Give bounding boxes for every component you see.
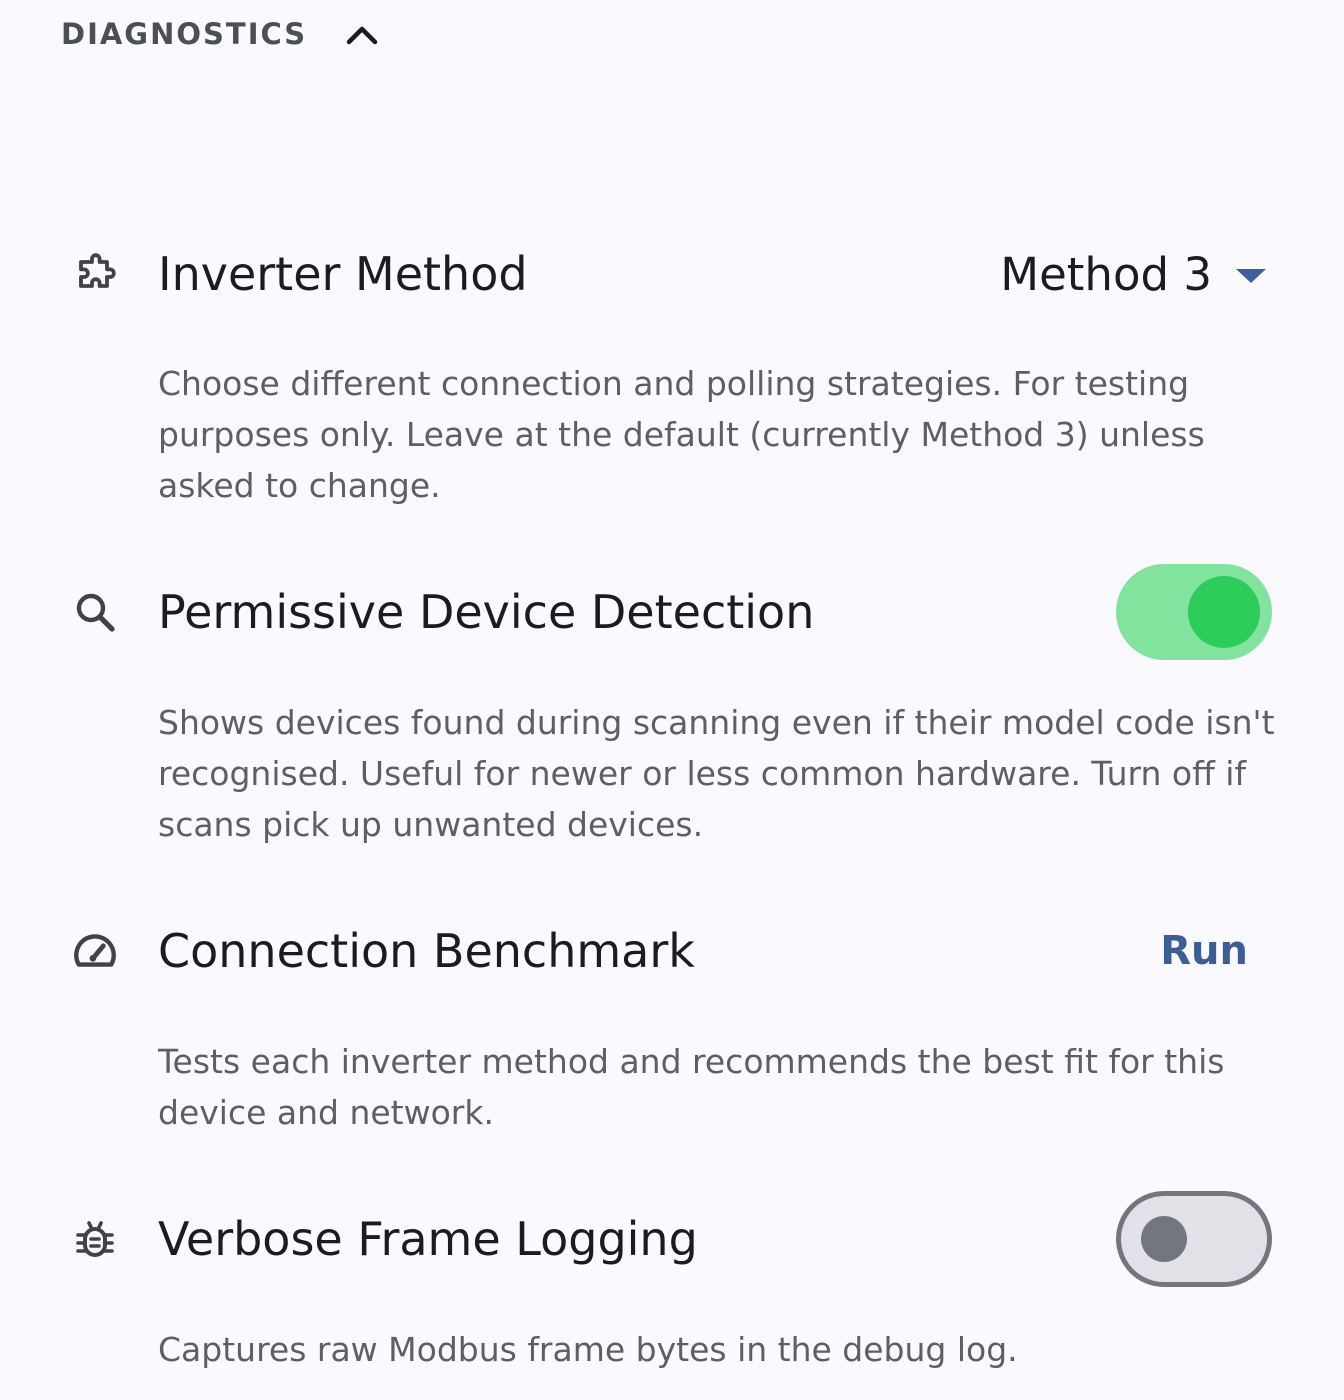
speedometer-icon <box>68 924 122 978</box>
chevron-up-icon[interactable] <box>345 17 379 51</box>
puzzle-piece-icon <box>68 247 122 301</box>
toggle-thumb <box>1188 576 1260 648</box>
setting-description: Tests each inverter method and recommend… <box>158 1042 1225 1132</box>
section-header-diagnostics[interactable]: DIAGNOSTICS <box>61 12 379 56</box>
setting-title: Inverter Method <box>158 247 528 301</box>
setting-title: Permissive Device Detection <box>158 585 815 639</box>
search-icon <box>68 585 122 639</box>
setting-row-verbose-logging: Verbose Frame Logging <box>0 1189 1344 1289</box>
setting-description: Choose different connection and polling … <box>158 364 1205 505</box>
inverter-method-dropdown[interactable]: Method 3 <box>1000 246 1266 302</box>
toggle-thumb <box>1141 1216 1187 1262</box>
bug-icon <box>68 1212 122 1266</box>
setting-row-permissive-detection: Permissive Device Detection <box>0 562 1344 662</box>
section-title: DIAGNOSTICS <box>61 17 308 51</box>
verbose-logging-toggle[interactable] <box>1116 1191 1272 1287</box>
setting-row-inverter-method: Inverter Method Method 3 <box>0 224 1344 324</box>
caret-down-icon <box>1236 269 1266 283</box>
setting-row-connection-benchmark: Connection Benchmark Run <box>0 901 1344 1001</box>
permissive-detection-toggle[interactable] <box>1116 564 1272 660</box>
setting-title: Connection Benchmark <box>158 924 695 978</box>
dropdown-selected-value: Method 3 <box>1000 247 1212 301</box>
setting-description: Captures raw Modbus frame bytes in the d… <box>158 1330 1018 1369</box>
run-benchmark-button[interactable]: Run <box>1160 923 1248 979</box>
setting-description: Shows devices found during scanning even… <box>158 703 1275 844</box>
setting-title: Verbose Frame Logging <box>158 1212 698 1266</box>
